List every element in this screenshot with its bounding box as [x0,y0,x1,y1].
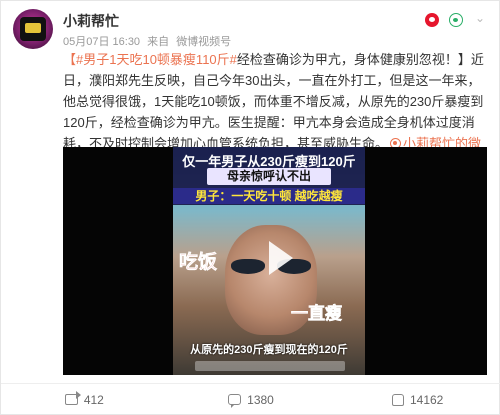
post-date[interactable]: 05月07日 16:30 [63,36,140,48]
like-button[interactable]: 14162 [334,384,500,415]
source-prefix: 来自 [147,36,170,48]
post-meta: 05月07日 16:30 来自 微博视频号 [63,33,235,49]
avatar[interactable] [13,9,53,49]
comment-icon [228,394,242,408]
share-icons: ⌄ [425,12,487,27]
caption-blurred-line [195,361,345,371]
forward-count: 412 [83,392,104,407]
wechat-icon[interactable] [449,13,463,27]
overlay-text-eat: 吃饭 [179,252,218,274]
bracket-open: 【 [63,52,77,67]
forward-icon [64,391,81,405]
banner-subtitle: 母亲惊呼认不出 [207,168,331,185]
more-icon[interactable]: ⌄ [473,12,487,27]
author-name[interactable]: 小莉帮忙 [63,11,119,31]
comment-button[interactable]: 1380 [168,384,335,415]
source-link[interactable]: 微博视频号 [176,36,231,48]
play-icon[interactable] [269,241,293,275]
avatar-logo-icon [20,17,46,41]
video-banner: 仅一年男子从230斤瘦到120斤 母亲惊呼认不出 男子：一天吃十顿 越吃越瘦 [173,147,365,205]
banner-quote: 男子：一天吃十顿 越吃越瘦 [173,188,365,204]
comment-count: 1380 [247,392,274,407]
weibo-icon[interactable] [425,13,439,27]
hashtag-link[interactable]: #男子1天吃10顿暴瘦110斤# [76,52,237,67]
weibo-post-card: 小莉帮忙 05月07日 16:30 来自 微博视频号 ⌄ 【#男子1天吃10顿暴… [0,0,500,415]
like-count: 14162 [409,392,444,407]
video-frame: 仅一年男子从230斤瘦到120斤 母亲惊呼认不出 男子：一天吃十顿 越吃越瘦 吃… [173,147,365,375]
video-caption: 从原先的230斤瘦到现在的120斤 [190,344,348,356]
video-player[interactable]: 仅一年男子从230斤瘦到120斤 母亲惊呼认不出 男子：一天吃十顿 越吃越瘦 吃… [63,147,487,375]
overlay-text-thin: 一直瘦 [291,304,343,324]
like-icon [391,393,404,406]
forward-button[interactable]: 412 [1,384,168,415]
action-bar: 412 1380 14162 [1,383,500,415]
